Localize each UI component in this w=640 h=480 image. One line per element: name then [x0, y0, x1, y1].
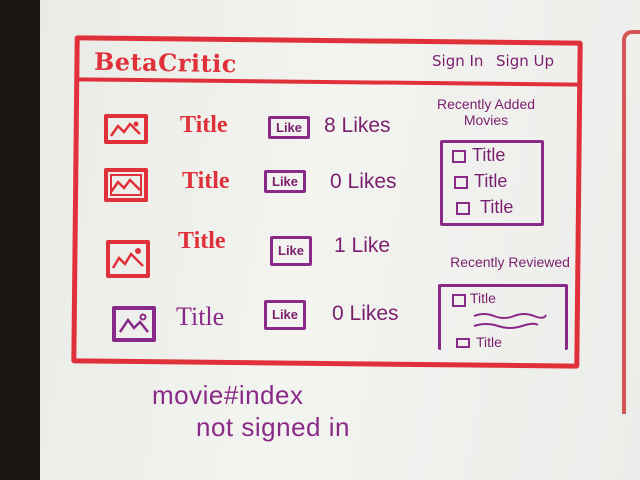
- annotation-state: not signed in: [196, 412, 350, 442]
- movie-thumbnail-image-icon[interactable]: [106, 240, 150, 278]
- movie-thumbnail-image-icon[interactable]: [452, 294, 466, 307]
- like-count: 1 Like: [334, 234, 391, 257]
- movie-title-link[interactable]: Title: [176, 302, 224, 332]
- movie-thumbnail-image-icon[interactable]: [456, 338, 470, 348]
- recent-movie-link[interactable]: Title: [474, 171, 507, 192]
- movie-title-link[interactable]: Title: [182, 168, 230, 195]
- recent-movie-link[interactable]: Title: [472, 145, 505, 166]
- recently-reviewed-heading: Recently Reviewed: [450, 254, 570, 270]
- recently-added-heading: Recently Added Movies: [436, 96, 536, 128]
- like-count: 0 Likes: [330, 170, 397, 193]
- review-text-scribble: [473, 313, 547, 329]
- adjacent-sketch-edge: [622, 30, 640, 414]
- movie-thumbnail-image-icon[interactable]: [456, 202, 470, 215]
- movie-thumbnail-image-icon[interactable]: [454, 176, 468, 189]
- movie-thumbnail-image-icon[interactable]: [452, 150, 466, 163]
- recent-movie-link[interactable]: Title: [480, 197, 513, 218]
- image-icon: [109, 174, 142, 196]
- like-button[interactable]: Like: [270, 236, 313, 266]
- sign-up-link[interactable]: Sign Up: [496, 52, 554, 70]
- movie-thumbnail-image-icon[interactable]: [112, 306, 156, 342]
- sign-in-link[interactable]: Sign In: [432, 52, 483, 70]
- image-icon: [118, 313, 149, 333]
- reviewed-movie-link[interactable]: Title: [476, 334, 502, 350]
- image-icon: [109, 121, 141, 137]
- reviewed-movie-link[interactable]: Title: [470, 290, 496, 306]
- like-button[interactable]: Like: [264, 170, 307, 193]
- like-button[interactable]: Like: [268, 116, 311, 139]
- movie-title-link[interactable]: Title: [180, 112, 228, 139]
- like-count: 0 Likes: [332, 302, 399, 325]
- image-icon: [111, 248, 144, 269]
- movie-title-link[interactable]: Title: [178, 228, 226, 255]
- like-count: 8 Likes: [324, 114, 391, 137]
- like-button[interactable]: Like: [264, 300, 307, 330]
- brand-logo[interactable]: BetaCritic: [94, 47, 237, 78]
- annotation-route: movie#index: [152, 380, 304, 410]
- movie-thumbnail-image-icon[interactable]: [104, 114, 148, 144]
- movie-thumbnail-image-icon[interactable]: [104, 168, 148, 202]
